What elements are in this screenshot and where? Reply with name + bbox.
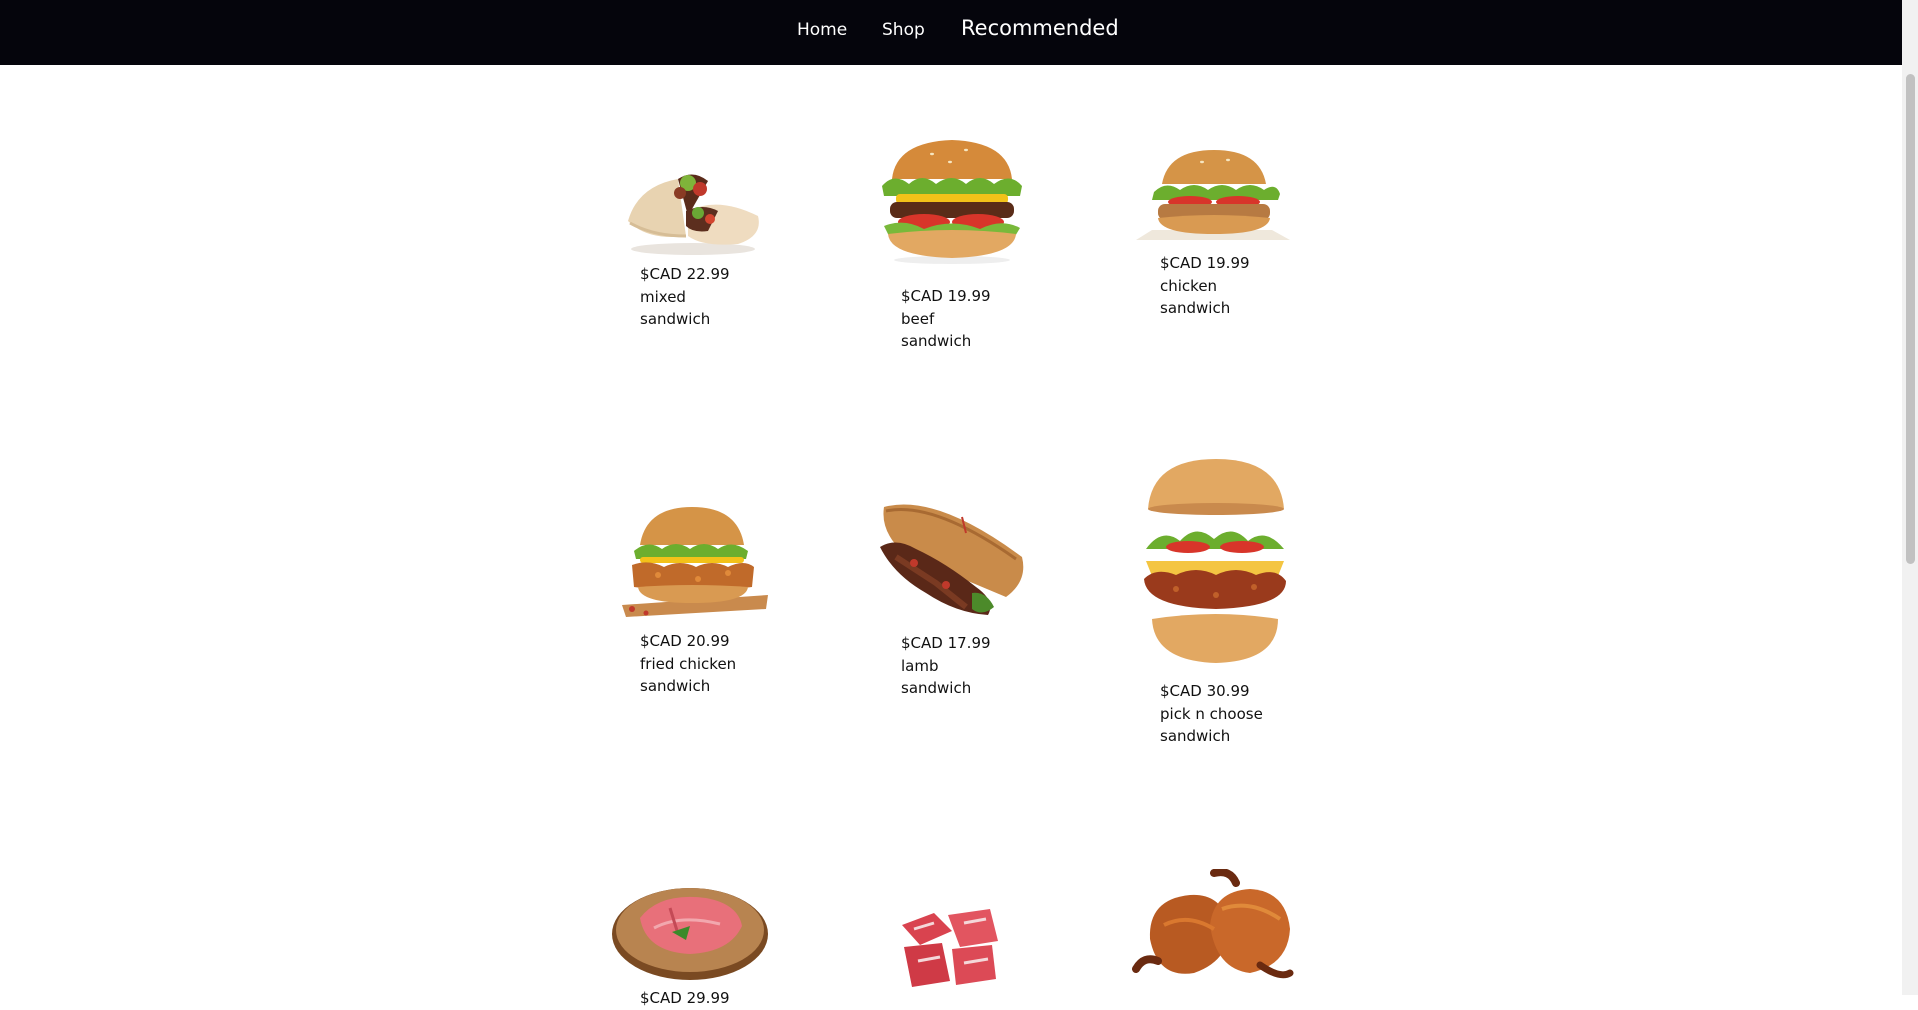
product-info: $CAD 17.99 lamb sandwich [901, 632, 991, 700]
product-info: $CAD 29.99 [640, 987, 730, 1010]
product-card-fried-chicken-sandwich[interactable]: $CAD 20.99 fried chicken sandwich [612, 500, 782, 710]
product-price: $CAD 22.99 [640, 265, 730, 283]
product-name: sandwich [1160, 299, 1231, 317]
product-info: $CAD 19.99 beef sandwich [901, 285, 991, 353]
nav-shop-link[interactable]: Shop [882, 18, 925, 42]
nav-recommended-link[interactable]: Recommended [961, 16, 1119, 40]
product-name: fried chicken [640, 654, 737, 673]
product-name: sandwich [640, 310, 711, 328]
product-name: pick n choose [1160, 704, 1263, 723]
product-info: $CAD 19.99 chicken sandwich [1160, 252, 1250, 320]
product-card-meat-cubes[interactable] [890, 895, 1020, 995]
product-name: sandwich [1160, 727, 1231, 745]
product-card-lamb-sandwich[interactable]: $CAD 17.99 lamb sandwich [872, 495, 1042, 710]
product-name: lamb [901, 656, 939, 675]
meat-cubes-icon [902, 909, 998, 987]
wrap-sandwich-icon [628, 174, 759, 255]
product-name: sandwich [901, 332, 972, 350]
product-card-pick-n-choose-sandwich[interactable]: $CAD 30.99 pick n choose sandwich [1132, 455, 1302, 755]
product-card-chicken-sandwich[interactable]: $CAD 19.99 chicken sandwich [1132, 140, 1302, 340]
product-info: $CAD 20.99 fried chicken sandwich [640, 630, 736, 698]
product-name: sandwich [640, 677, 711, 695]
product-card-raw-meat[interactable]: $CAD 29.99 [600, 870, 780, 1007]
product-name: beef [901, 309, 935, 328]
nav-home-link[interactable]: Home [797, 18, 847, 42]
product-info: $CAD 22.99 mixed sandwich [640, 263, 730, 331]
scrollbar-thumb[interactable] [1906, 74, 1915, 564]
fried-chicken-burger-icon [622, 507, 768, 617]
lamb-pita-icon [880, 504, 1024, 615]
product-price: $CAD 29.99 [640, 989, 730, 1007]
product-price: $CAD 19.99 [1160, 254, 1250, 272]
product-info: $CAD 30.99 pick n choose sandwich [1160, 680, 1263, 748]
product-card-roast-chicken[interactable] [1130, 865, 1300, 995]
beef-burger-icon [882, 140, 1022, 264]
top-navbar: Home Shop Recommended [0, 0, 1902, 65]
product-price: $CAD 19.99 [901, 287, 991, 305]
deconstructed-burger-icon [1144, 459, 1286, 663]
product-price: $CAD 30.99 [1160, 682, 1250, 700]
product-card-beef-sandwich[interactable]: $CAD 19.99 beef sandwich [872, 130, 1042, 360]
roast-chicken-icon [1132, 869, 1294, 979]
product-price: $CAD 20.99 [640, 632, 730, 650]
product-price: $CAD 17.99 [901, 634, 991, 652]
product-name: chicken [1160, 276, 1218, 295]
page-scrollbar[interactable] [1902, 0, 1918, 995]
product-card-mixed-sandwich[interactable]: $CAD 22.99 mixed sandwich [612, 135, 782, 335]
product-name: sandwich [901, 679, 972, 697]
raw-meat-board-icon [612, 888, 768, 980]
product-name: mixed [640, 287, 686, 306]
chicken-burger-icon [1136, 150, 1290, 240]
